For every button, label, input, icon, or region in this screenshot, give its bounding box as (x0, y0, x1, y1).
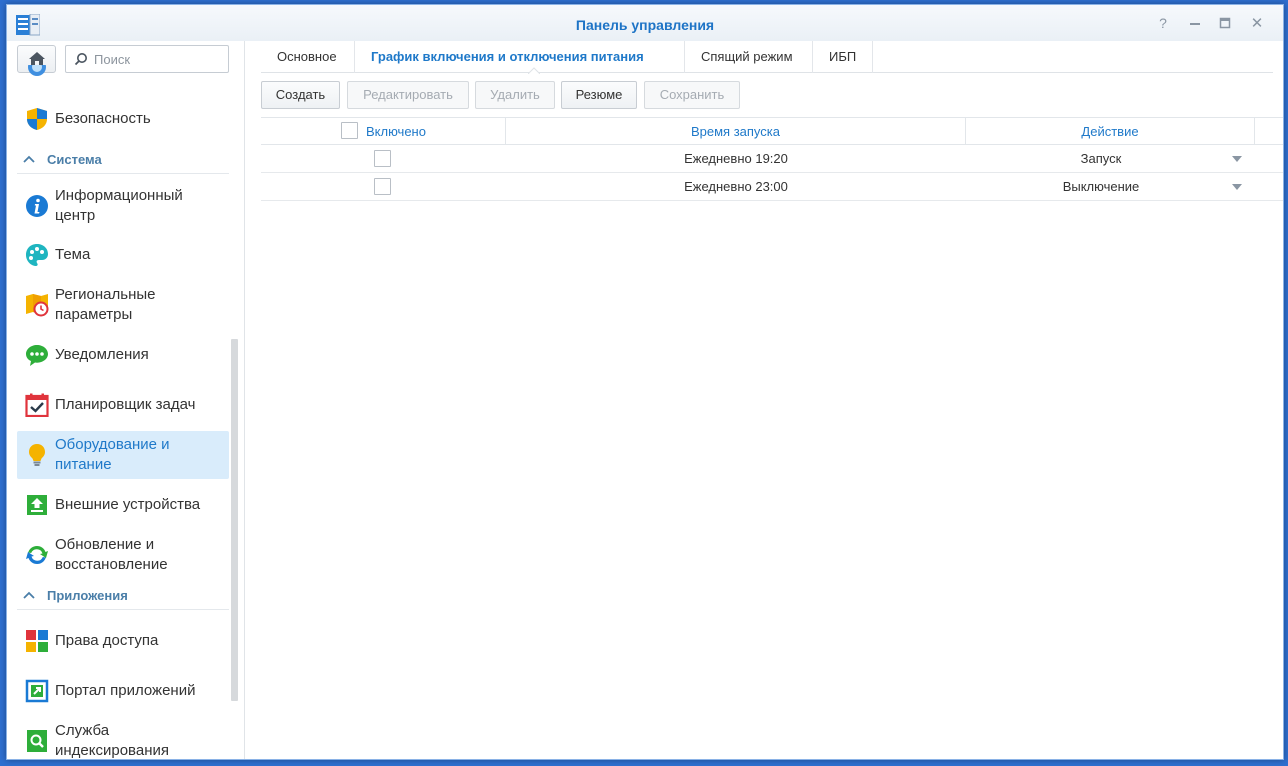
apps-grid-icon (26, 630, 48, 652)
sidebar-item-update-restore[interactable]: Обновление и восстановление (17, 531, 229, 579)
sidebar: Безопасность Система Информационный цент… (7, 41, 245, 759)
sidebar-item-indexing[interactable]: Служба индексирования (17, 717, 229, 759)
maximize-button[interactable] (1215, 13, 1235, 33)
sidebar-item-label: Оборудование и питание (55, 436, 170, 473)
summary-button[interactable]: Резюме (561, 81, 637, 109)
table-row[interactable]: Ежедневно 23:00 Выключение (261, 173, 1283, 201)
section-apps-header[interactable]: Приложения (17, 582, 229, 610)
upload-icon (27, 495, 47, 515)
minimize-button[interactable] (1185, 13, 1205, 33)
map-clock-icon (26, 294, 49, 317)
sidebar-item-info-center[interactable]: Информационный центр (17, 182, 229, 230)
sidebar-item-label: Региональные параметры (55, 286, 156, 323)
search-doc-icon (27, 730, 47, 752)
help-icon: ? (1159, 15, 1167, 31)
tab-ups[interactable]: ИБП (813, 41, 873, 73)
search-input[interactable] (94, 49, 224, 69)
title-bar: Панель управления ? ✕ (7, 5, 1283, 41)
column-start-time-header[interactable]: Время запуска (506, 118, 966, 145)
sidebar-item-label: Информационный центр (55, 187, 183, 224)
section-system-header[interactable]: Система (17, 146, 229, 174)
row-start-time: Ежедневно 23:00 (684, 179, 788, 194)
window-title: Панель управления (575, 17, 715, 33)
minimize-icon (1190, 23, 1200, 25)
maximize-icon (1219, 17, 1231, 29)
main-panel: Основное График включения и отключения п… (246, 41, 1283, 759)
control-panel-window: Панель управления ? ✕ Поиск Безопасность… (6, 4, 1284, 760)
delete-button[interactable]: Удалить (475, 81, 555, 109)
chevron-down-icon[interactable] (1232, 184, 1242, 190)
schedule-grid: Включено Время запуска Действие Ежедневн… (261, 117, 1283, 201)
shield-icon (27, 108, 47, 130)
create-button[interactable]: Создать (261, 81, 340, 109)
sidebar-item-label: Тема (55, 246, 91, 263)
sidebar-item-label: Безопасность (55, 110, 151, 127)
row-action-value[interactable]: Запуск (966, 145, 1236, 172)
sidebar-item-hardware-power[interactable]: Оборудование и питание (17, 431, 229, 479)
external-link-icon (25, 679, 49, 703)
chevron-up-icon (23, 155, 35, 163)
sidebar-scrollbar[interactable] (231, 339, 238, 701)
tab-bar: Основное График включения и отключения п… (261, 41, 1273, 74)
sidebar-item-external-devices[interactable]: Внешние устройства (17, 481, 229, 529)
column-action-header[interactable]: Действие (966, 118, 1255, 145)
column-enabled-label: Включено (366, 124, 426, 139)
globe-icon (27, 65, 47, 77)
grid-header: Включено Время запуска Действие (261, 117, 1283, 145)
edit-button[interactable]: Редактировать (347, 81, 469, 109)
sidebar-item-task-scheduler[interactable]: Планировщик задач (17, 381, 229, 429)
help-button[interactable]: ? (1153, 13, 1173, 33)
row-enabled-checkbox[interactable] (374, 150, 391, 167)
refresh-icon (26, 545, 48, 565)
section-system-label: Система (47, 152, 102, 167)
select-all-checkbox[interactable] (341, 122, 358, 139)
active-tab-pointer (528, 67, 540, 74)
sidebar-item-label: Портал приложений (55, 682, 196, 699)
table-row[interactable]: Ежедневно 19:20 Запуск (261, 145, 1283, 173)
tab-power-schedule[interactable]: График включения и отключения питания (355, 41, 685, 73)
calendar-check-icon (25, 393, 49, 417)
sidebar-item-regional[interactable]: Региональные параметры (17, 281, 229, 329)
sidebar-item-theme[interactable]: Тема (17, 231, 229, 279)
sidebar-item-app-portal[interactable]: Портал приложений (17, 667, 229, 715)
tab-general[interactable]: Основное (261, 41, 355, 73)
search-box[interactable] (65, 45, 229, 73)
info-icon (26, 195, 48, 217)
sidebar-item-label: Планировщик задач (55, 396, 196, 413)
sidebar-item-label: Уведомления (55, 346, 149, 363)
row-enabled-checkbox[interactable] (374, 178, 391, 195)
sidebar-item-notifications[interactable]: Уведомления (17, 331, 229, 379)
tab-sleep-mode[interactable]: Спящий режим (685, 41, 813, 73)
sidebar-item-label: Внешние устройства (55, 496, 201, 513)
sidebar-item-label: Права доступа (55, 632, 159, 649)
chevron-up-icon (23, 591, 35, 599)
close-button[interactable]: ✕ (1247, 13, 1267, 33)
row-start-time: Ежедневно 19:20 (684, 151, 788, 166)
palette-icon (26, 244, 48, 266)
section-apps-label: Приложения (47, 588, 128, 603)
chat-bubble-icon (26, 345, 48, 366)
sidebar-item-security[interactable]: Безопасность (17, 95, 229, 143)
lightbulb-icon (29, 444, 45, 466)
sidebar-item-label: Служба индексирования (55, 722, 169, 759)
sidebar-item-label: Обновление и восстановление (55, 536, 168, 573)
chevron-down-icon[interactable] (1232, 156, 1242, 162)
save-button[interactable]: Сохранить (644, 81, 740, 109)
column-enabled-header[interactable]: Включено (261, 118, 506, 145)
close-icon: ✕ (1250, 15, 1264, 32)
row-action-value[interactable]: Выключение (966, 173, 1236, 200)
search-icon (74, 53, 87, 66)
sidebar-item-access-rights[interactable]: Права доступа (17, 617, 229, 665)
